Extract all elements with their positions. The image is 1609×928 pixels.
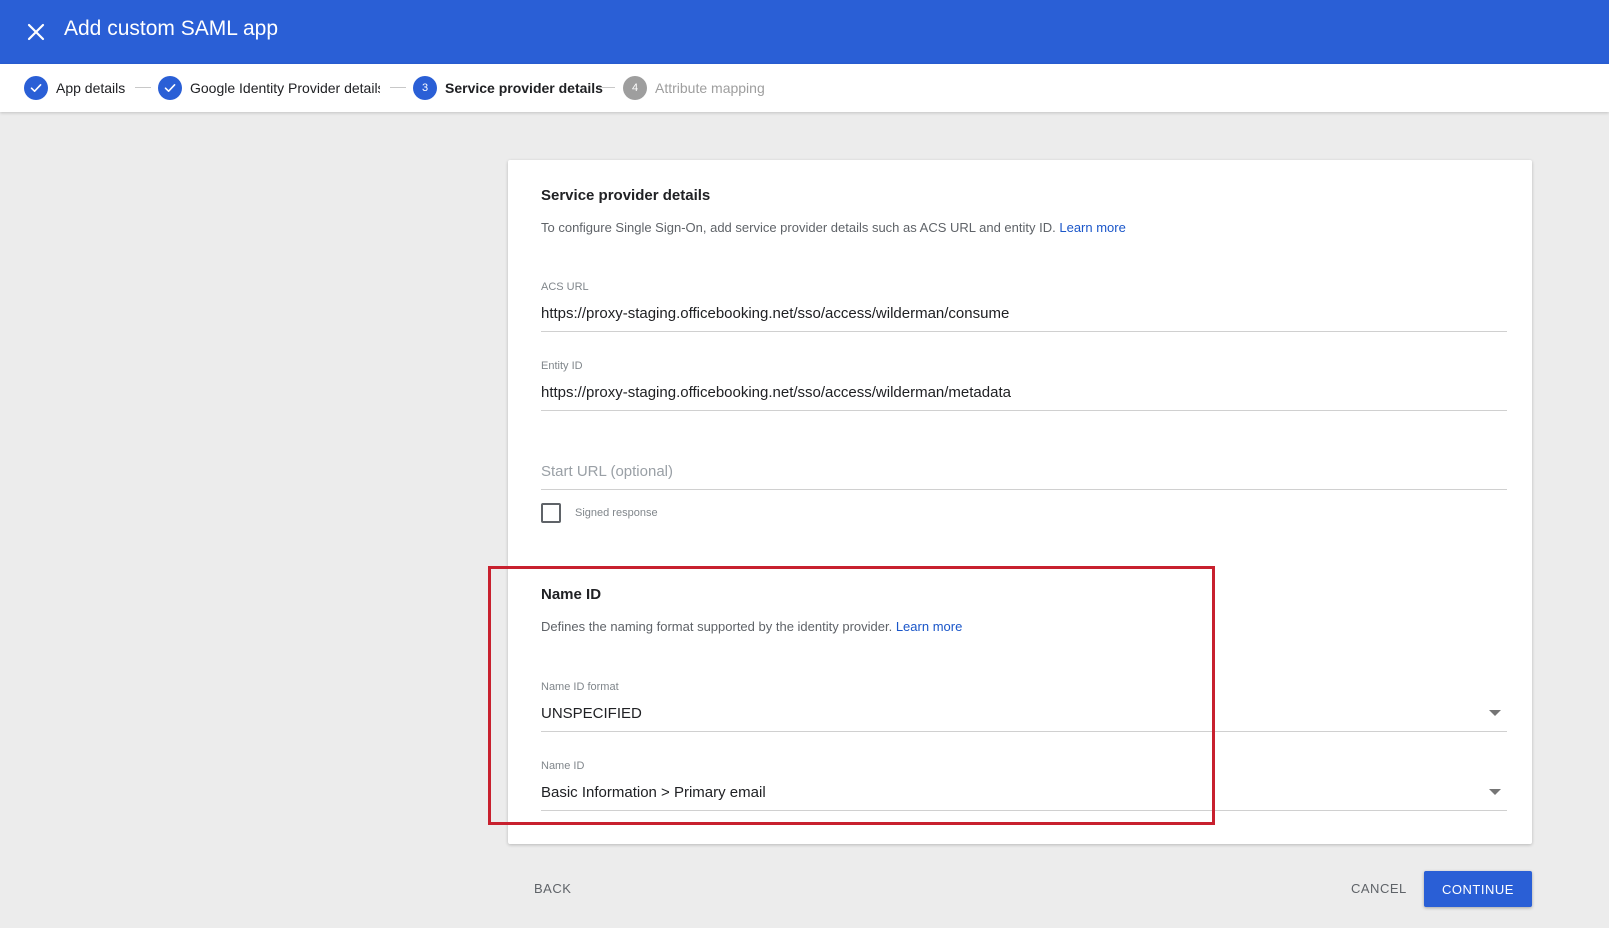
learn-more-link[interactable]: Learn more xyxy=(1059,220,1125,235)
field-underline xyxy=(541,489,1507,490)
field-underline xyxy=(541,410,1507,411)
learn-more-link[interactable]: Learn more xyxy=(896,619,962,634)
step-label: Service provider details xyxy=(445,80,603,96)
step-number-circle: 4 xyxy=(623,76,647,100)
step-label: Google Identity Provider details xyxy=(190,80,380,96)
close-icon xyxy=(27,23,45,41)
back-button[interactable]: BACK xyxy=(534,881,571,896)
step-label: App details xyxy=(56,80,126,96)
step-label: Attribute mapping xyxy=(655,80,765,96)
step-connector xyxy=(390,87,406,88)
section-description: To configure Single Sign-On, add service… xyxy=(541,220,1126,235)
step-attribute-mapping[interactable]: 4 Attribute mapping xyxy=(623,76,765,100)
step-idp-details[interactable]: Google Identity Provider details xyxy=(158,76,380,100)
check-icon xyxy=(164,84,176,92)
field-underline xyxy=(541,331,1507,332)
top-app-bar: Add custom SAML app xyxy=(0,0,1609,64)
check-icon xyxy=(30,84,42,92)
field-label-spacer xyxy=(541,439,1507,453)
field-label: Entity ID xyxy=(541,360,583,372)
section-title-name-id: Name ID xyxy=(541,586,602,603)
name-id-format-select[interactable]: Name ID format UNSPECIFIED xyxy=(541,681,1507,732)
signed-response-row[interactable]: Signed response xyxy=(541,503,658,523)
field-label: Name ID format xyxy=(541,681,619,693)
close-button[interactable] xyxy=(18,14,54,50)
start-url-field[interactable]: Start URL (optional) xyxy=(541,439,1507,490)
step-done-circle xyxy=(24,76,48,100)
acs-url-input[interactable]: https://proxy-staging.officebooking.net/… xyxy=(541,295,1507,325)
field-label: Name ID xyxy=(541,760,585,772)
dropdown-arrow-icon[interactable] xyxy=(1489,710,1501,716)
section-description: Defines the naming format supported by t… xyxy=(541,619,962,634)
step-service-provider[interactable]: 3 Service provider details xyxy=(413,76,603,100)
description-text: Defines the naming format supported by t… xyxy=(541,619,893,634)
step-app-details[interactable]: App details xyxy=(24,76,125,100)
step-connector xyxy=(599,87,615,88)
entity-id-input[interactable]: https://proxy-staging.officebooking.net/… xyxy=(541,374,1507,404)
name-id-select[interactable]: Name ID Basic Information > Primary emai… xyxy=(541,760,1507,811)
field-label: ACS URL xyxy=(541,281,589,293)
signed-response-checkbox[interactable] xyxy=(541,503,561,523)
entity-id-field[interactable]: Entity ID https://proxy-staging.officebo… xyxy=(541,360,1507,411)
page-title: Add custom SAML app xyxy=(64,17,278,40)
dropdown-arrow-icon[interactable] xyxy=(1489,789,1501,795)
name-id-value[interactable]: Basic Information > Primary email xyxy=(541,774,1507,804)
start-url-input[interactable]: Start URL (optional) xyxy=(541,453,1507,483)
acs-url-field[interactable]: ACS URL https://proxy-staging.officebook… xyxy=(541,281,1507,332)
name-id-format-value[interactable]: UNSPECIFIED xyxy=(541,695,1507,725)
step-number-circle: 3 xyxy=(413,76,437,100)
signed-response-label: Signed response xyxy=(575,507,658,519)
description-text: To configure Single Sign-On, add service… xyxy=(541,220,1056,235)
continue-button[interactable]: CONTINUE xyxy=(1424,871,1532,907)
step-connector xyxy=(135,87,151,88)
step-done-circle xyxy=(158,76,182,100)
form-card: Service provider details To configure Si… xyxy=(508,160,1532,844)
field-underline xyxy=(541,810,1507,811)
field-underline xyxy=(541,731,1507,732)
cancel-button[interactable]: CANCEL xyxy=(1351,881,1407,896)
section-title-service-provider: Service provider details xyxy=(541,187,711,204)
progress-stepper: App details Google Identity Provider det… xyxy=(0,64,1609,112)
